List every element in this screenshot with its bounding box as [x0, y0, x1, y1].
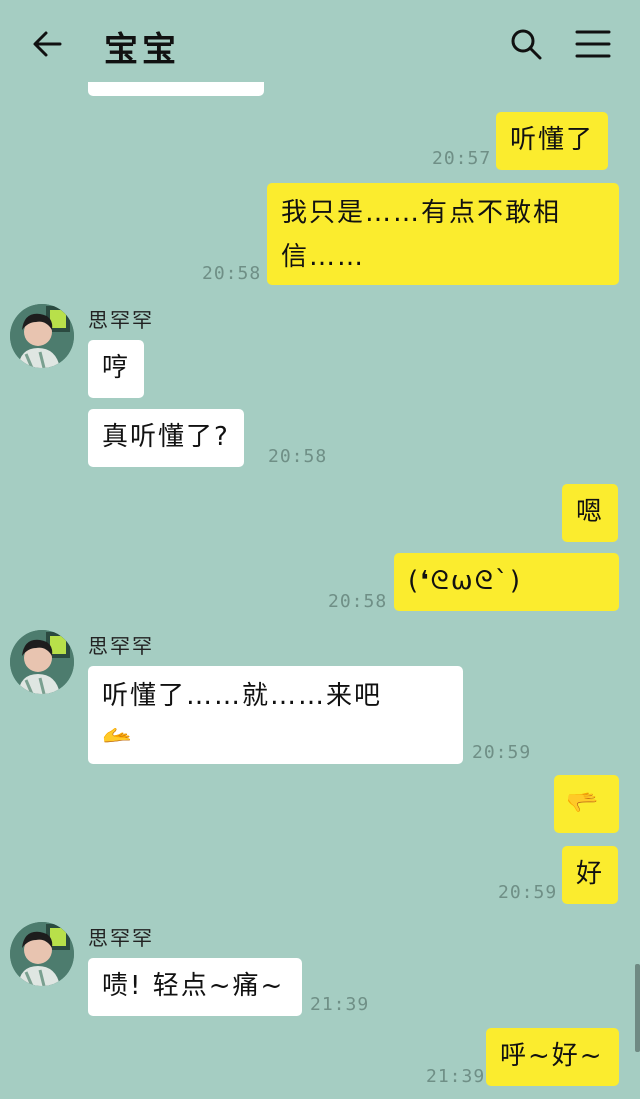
message-time: 20:58 [202, 263, 262, 284]
scrollbar[interactable] [635, 964, 640, 1052]
avatar[interactable] [10, 304, 74, 368]
message-bubble-me[interactable]: 好 [562, 846, 619, 904]
message-time: 21:39 [310, 994, 370, 1015]
message-bubble-me[interactable]: 嗯 [562, 484, 619, 542]
search-icon[interactable] [508, 26, 544, 62]
message-text: 真听懂了? [102, 422, 230, 452]
avatar-image-icon [10, 922, 74, 986]
message-time: 20:58 [268, 446, 328, 467]
message-bubble-me[interactable]: 我只是……有点不敢相信…… [267, 183, 619, 285]
avatar[interactable] [10, 630, 74, 694]
sender-name: 思罕罕 [88, 634, 154, 658]
avatar[interactable] [10, 922, 74, 986]
message-time: 20:59 [472, 742, 532, 763]
message-bubble-me[interactable]: 🫳 [554, 775, 619, 833]
message-text: 听懂了 [510, 125, 595, 155]
message-bubble-them[interactable]: 听懂了……就……来吧 🫴 [88, 666, 463, 764]
message-bubble-me[interactable]: (❛ᘓωᘓ`) [394, 553, 619, 611]
message-time: 20:58 [328, 591, 388, 612]
message-time: 21:39 [426, 1066, 486, 1087]
chat-title: 宝宝 [104, 30, 180, 70]
message-bubble-them[interactable]: 啧! 轻点~痛~ [88, 958, 302, 1016]
menu-icon[interactable] [574, 28, 612, 60]
message-time: 20:59 [498, 882, 558, 903]
palm-up-hand-icon: 🫴 [102, 721, 134, 749]
message-bubble-me[interactable]: 听懂了 [496, 112, 609, 170]
sender-name: 思罕罕 [88, 926, 154, 950]
previous-message-bubble [88, 82, 264, 96]
chat-header: 宝宝 [0, 0, 640, 88]
message-bubble-me[interactable]: 呼~好~ [486, 1028, 619, 1086]
palm-down-hand-icon: 🫳 [566, 788, 601, 818]
message-bubble-them[interactable]: 哼 [88, 340, 145, 398]
message-text: 啧! 轻点~痛~ [102, 971, 285, 1001]
arrow-left-icon[interactable] [30, 26, 66, 62]
message-text: 好 [576, 859, 605, 889]
message-text: 哼 [102, 353, 131, 383]
message-text: 我只是……有点不敢相信…… [281, 198, 562, 272]
message-text: 嗯 [576, 497, 605, 527]
avatar-image-icon [10, 630, 74, 694]
message-bubble-them[interactable]: 真听懂了? [88, 409, 244, 467]
message-text: (❛ᘓωᘓ`) [408, 566, 523, 596]
avatar-image-icon [10, 304, 74, 368]
message-time: 20:57 [432, 148, 492, 169]
message-text: 呼~好~ [500, 1041, 604, 1071]
sender-name: 思罕罕 [88, 308, 154, 332]
message-text: 听懂了……就……来吧 [102, 681, 383, 711]
